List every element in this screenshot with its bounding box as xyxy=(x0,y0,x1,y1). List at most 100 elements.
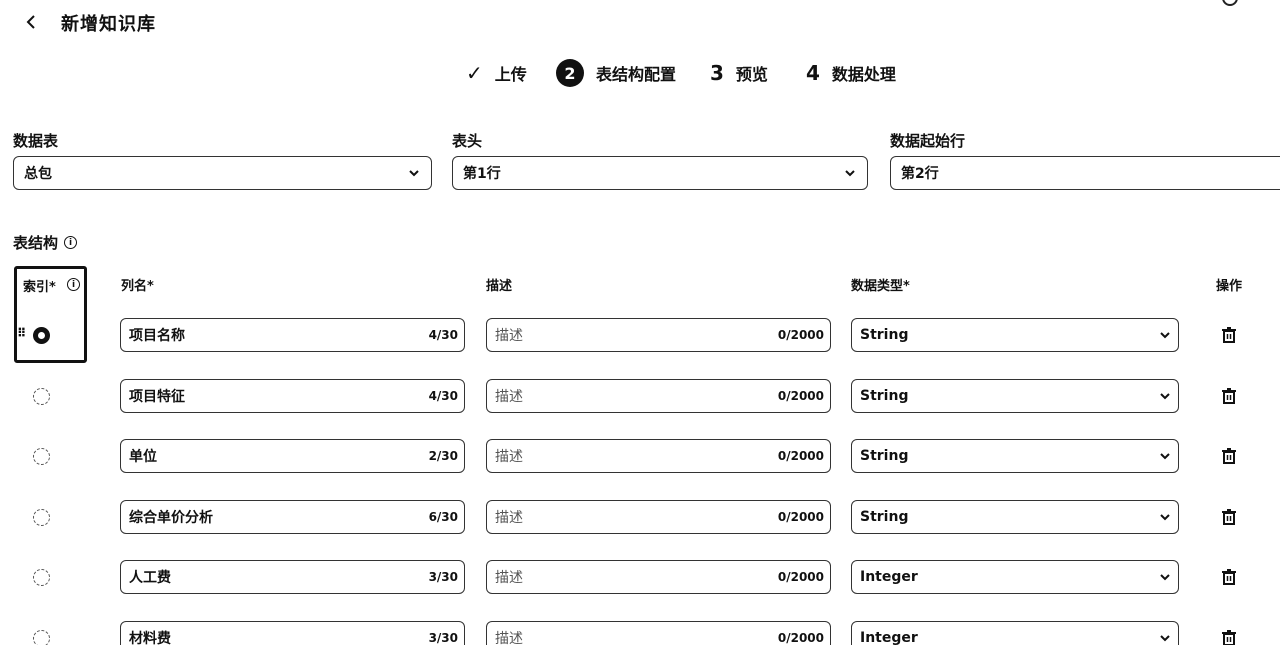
header-row-select[interactable]: 第1行 xyxy=(452,156,868,190)
description-placeholder: 描述 xyxy=(495,570,523,586)
chevron-down-icon xyxy=(1160,514,1170,521)
step-data-processing[interactable]: 4 数据处理 xyxy=(806,58,896,88)
char-counter: 2/30 xyxy=(428,449,458,463)
char-counter: 0/2000 xyxy=(777,631,824,645)
column-name-input[interactable]: 综合单价分析 6/30 xyxy=(120,500,465,534)
delete-icon[interactable] xyxy=(1221,569,1237,585)
data-type-select[interactable]: String xyxy=(851,500,1179,534)
header-row-field: 表头 第1行 xyxy=(452,130,868,190)
chevron-down-icon xyxy=(1160,453,1170,460)
step-upload[interactable]: ✓ 上传 xyxy=(466,58,527,88)
step-label: 数据处理 xyxy=(831,65,896,84)
column-header-data-type: 数据类型* xyxy=(851,279,910,294)
sheet-label: 数据表 xyxy=(13,132,59,150)
column-name-input[interactable]: 人工费 3/30 xyxy=(120,560,465,594)
settings-icon[interactable] xyxy=(1222,0,1238,6)
step-number-current: 2 xyxy=(556,59,584,87)
check-icon: ✓ xyxy=(466,61,483,85)
data-type-value: String xyxy=(860,327,909,343)
section-title-text: 表结构 xyxy=(13,234,59,252)
table-row: 综合单价分析 6/30 描述 0/2000 String xyxy=(0,500,1280,536)
char-counter: 6/30 xyxy=(428,510,458,524)
step-number: 3 xyxy=(710,61,724,85)
step-number: 4 xyxy=(806,61,820,85)
data-start-value: 第2行 xyxy=(901,166,939,182)
chevron-down-icon xyxy=(1160,574,1170,581)
data-start-field: 数据起始行 第2行 xyxy=(890,130,1280,190)
delete-icon[interactable] xyxy=(1221,388,1237,404)
header-row-value: 第1行 xyxy=(463,166,501,182)
step-label: 上传 xyxy=(494,65,527,84)
table-row: 单位 2/30 描述 0/2000 String xyxy=(0,439,1280,475)
column-header-description: 描述 xyxy=(486,279,513,294)
stepper: ✓ 上传 2 表结构配置 3 预览 4 数据处理 xyxy=(0,58,1280,88)
delete-icon[interactable] xyxy=(1221,509,1237,525)
chevron-down-icon xyxy=(1160,393,1170,400)
data-type-select[interactable]: String xyxy=(851,379,1179,413)
char-counter: 4/30 xyxy=(428,389,458,403)
description-input[interactable]: 描述 0/2000 xyxy=(486,439,831,473)
sheet-value: 总包 xyxy=(24,166,52,182)
index-radio[interactable] xyxy=(33,630,50,645)
sheet-select[interactable]: 总包 xyxy=(13,156,432,190)
step-table-config[interactable]: 2 表结构配置 xyxy=(556,58,676,88)
step-preview[interactable]: 3 预览 xyxy=(710,58,768,88)
char-counter: 0/2000 xyxy=(777,389,824,403)
data-type-select[interactable]: String xyxy=(851,318,1179,352)
drag-handle-icon[interactable]: ⠿ xyxy=(17,327,26,339)
data-type-value: Integer xyxy=(860,630,918,645)
delete-icon[interactable] xyxy=(1221,327,1237,343)
back-arrow-icon[interactable] xyxy=(20,11,42,33)
step-label: 表结构配置 xyxy=(596,65,677,84)
column-name-input[interactable]: 单位 2/30 xyxy=(120,439,465,473)
table-row: ⠿ 项目名称 4/30 描述 0/2000 String xyxy=(0,318,1280,354)
data-type-value: String xyxy=(860,509,909,525)
description-placeholder: 描述 xyxy=(495,389,523,405)
char-counter: 4/30 xyxy=(428,328,458,342)
data-start-select[interactable]: 第2行 xyxy=(890,156,1280,190)
index-radio[interactable] xyxy=(33,327,50,344)
data-type-value: String xyxy=(860,448,909,464)
char-counter: 0/2000 xyxy=(777,570,824,584)
delete-icon[interactable] xyxy=(1221,630,1237,645)
data-type-select[interactable]: Integer xyxy=(851,621,1179,645)
column-name-value: 综合单价分析 xyxy=(129,510,213,526)
delete-icon[interactable] xyxy=(1221,448,1237,464)
column-header-action: 操作 xyxy=(1216,279,1243,294)
description-placeholder: 描述 xyxy=(495,631,523,645)
chevron-down-icon xyxy=(1160,635,1170,642)
column-name-value: 项目特征 xyxy=(129,389,185,405)
index-radio[interactable] xyxy=(33,509,50,526)
char-counter: 3/30 xyxy=(428,631,458,645)
column-name-value: 人工费 xyxy=(129,570,171,586)
description-input[interactable]: 描述 0/2000 xyxy=(486,621,831,645)
column-name-input[interactable]: 项目特征 4/30 xyxy=(120,379,465,413)
data-type-select[interactable]: String xyxy=(851,439,1179,473)
description-input[interactable]: 描述 0/2000 xyxy=(486,500,831,534)
header-row-label: 表头 xyxy=(452,132,483,150)
description-placeholder: 描述 xyxy=(495,449,523,465)
chevron-down-icon xyxy=(1160,332,1170,339)
column-name-value: 单位 xyxy=(129,449,157,465)
description-input[interactable]: 描述 0/2000 xyxy=(486,379,831,413)
column-name-input[interactable]: 材料费 3/30 xyxy=(120,621,465,645)
table-row: 项目特征 4/30 描述 0/2000 String xyxy=(0,379,1280,415)
column-name-value: 项目名称 xyxy=(129,328,185,344)
description-input[interactable]: 描述 0/2000 xyxy=(486,560,831,594)
description-placeholder: 描述 xyxy=(495,328,523,344)
info-icon[interactable]: i xyxy=(67,278,80,291)
data-start-label: 数据起始行 xyxy=(890,132,966,150)
description-input[interactable]: 描述 0/2000 xyxy=(486,318,831,352)
info-icon[interactable]: i xyxy=(64,236,78,249)
data-type-select[interactable]: Integer xyxy=(851,560,1179,594)
column-name-input[interactable]: 项目名称 4/30 xyxy=(120,318,465,352)
index-radio[interactable] xyxy=(33,388,50,405)
index-radio[interactable] xyxy=(33,569,50,586)
data-type-value: String xyxy=(860,388,909,404)
data-type-value: Integer xyxy=(860,569,918,585)
description-placeholder: 描述 xyxy=(495,510,523,526)
char-counter: 0/2000 xyxy=(777,328,824,342)
table-row: 人工费 3/30 描述 0/2000 Integer xyxy=(0,560,1280,596)
chevron-down-icon xyxy=(845,170,855,177)
index-radio[interactable] xyxy=(33,448,50,465)
